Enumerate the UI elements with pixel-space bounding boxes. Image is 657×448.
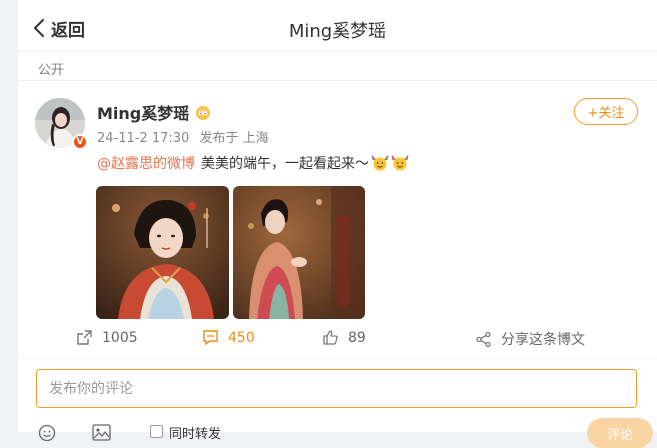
post-meta: 24-11-2 17:30 发布于 上海 <box>97 127 275 146</box>
thumbs-up-icon <box>323 330 338 345</box>
follow-button[interactable]: +关注 <box>574 98 638 125</box>
party-emoji-icon <box>371 155 389 171</box>
emoji-icon[interactable] <box>38 424 56 442</box>
share-icon <box>476 331 491 347</box>
post-time: 24-11-2 17:30 <box>97 131 190 146</box>
comment-input[interactable] <box>36 369 637 408</box>
comment-toolbar: 同时转发 评论 <box>36 418 653 448</box>
post-text: @赵露思的微博 美美的端午，一起看起来～ <box>97 153 409 173</box>
repost-count: 1005 <box>102 329 138 346</box>
like-button[interactable]: 89 <box>322 329 366 346</box>
portrait-photo-2 <box>233 186 365 319</box>
verified-badge: V <box>72 134 88 150</box>
page-title: Ming奚梦瑶 <box>288 21 387 42</box>
post-source: 发布于 上海 <box>199 131 269 146</box>
author-row: Ming奚梦瑶 <box>97 100 211 124</box>
post-image-1[interactable] <box>96 186 229 319</box>
repost-button[interactable]: 1005 <box>76 329 138 346</box>
post-body: 美美的端午，一起看起来～ <box>201 156 369 172</box>
submit-comment-button[interactable]: 评论 <box>587 418 653 448</box>
author-name[interactable]: Ming奚梦瑶 <box>97 100 189 124</box>
comment-button[interactable]: 450 <box>202 329 255 346</box>
post-image-2[interactable] <box>233 186 365 319</box>
visibility-label: 公开 <box>38 63 65 78</box>
share-button[interactable]: 分享这条博文 <box>475 329 585 349</box>
post-detail-card: 返回 Ming奚梦瑶 公开 V Ming奚梦瑶 24-11-2 17:30 发布… <box>18 0 657 448</box>
party-emoji-icon <box>391 155 409 171</box>
sync-repost-label: 同时转发 <box>169 427 222 442</box>
action-bar: 1005 450 89 分享这条博文 <box>18 326 657 352</box>
comment-icon <box>203 330 218 346</box>
repost-icon <box>77 330 92 345</box>
share-label: 分享这条博文 <box>501 332 585 348</box>
divider <box>18 80 657 81</box>
divider <box>18 358 657 359</box>
crown-icon <box>196 105 211 120</box>
top-bar: 返回 Ming奚梦瑶 <box>18 0 657 52</box>
image-icon[interactable] <box>92 424 111 441</box>
mention-link[interactable]: @赵露思的微博 <box>97 153 195 173</box>
comment-count: 450 <box>228 329 255 346</box>
portrait-photo-1 <box>96 186 229 319</box>
like-count: 89 <box>348 329 366 346</box>
